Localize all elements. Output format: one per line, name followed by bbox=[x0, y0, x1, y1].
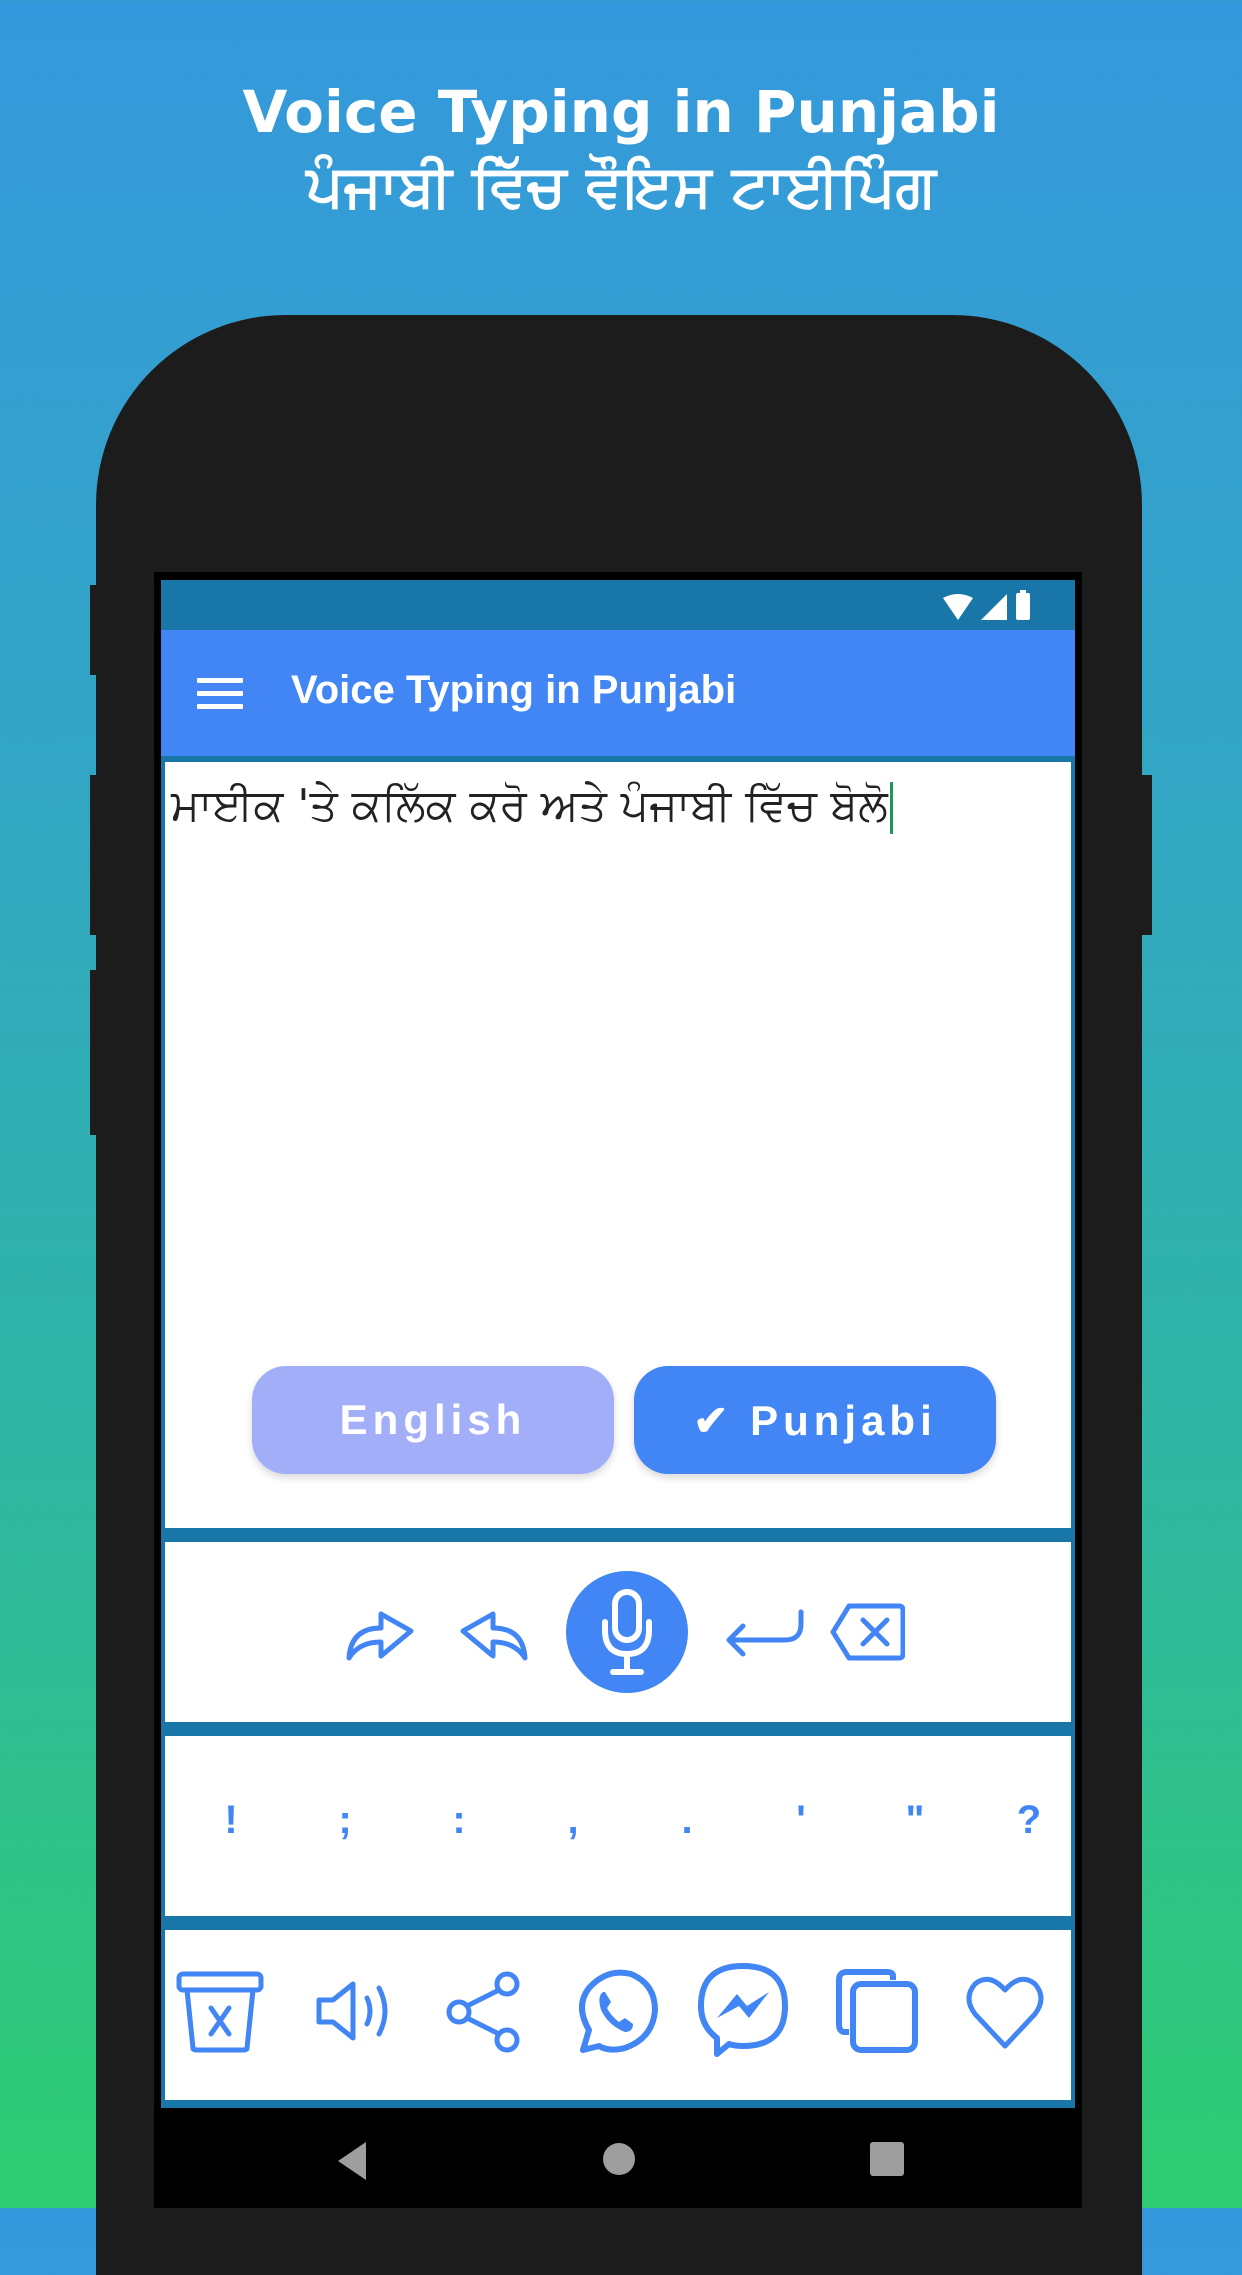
text-caret bbox=[889, 782, 893, 834]
messenger-icon[interactable] bbox=[697, 1962, 791, 2058]
punctuation-key-comma[interactable]: , bbox=[543, 1798, 603, 1843]
text-content: ਮਾਈਕ 'ਤੇ ਕਲਿੱਕ ਕਰੋ ਅਤੇ ਪੰਜਾਬੀ ਵਿੱਚ ਬੋਲੋ bbox=[171, 780, 888, 831]
text-input-value: ਮਾਈਕ 'ਤੇ ਕਲਿੱਕ ਕਰੋ ਅਤੇ ਪੰਜਾਬੀ ਵਿੱਚ ਬੋਲੋ bbox=[171, 780, 893, 834]
punctuation-bar: ! ; : , . ' " ? bbox=[165, 1736, 1071, 1916]
redo-icon[interactable] bbox=[345, 1598, 417, 1662]
system-nav-bar bbox=[154, 2108, 1082, 2208]
signal-icon bbox=[981, 594, 1007, 620]
promo-title-punjabi: ਪੰਜਾਬੀ ਵਿੱਚ ਵੌਇਸ ਟਾਈਪਿੰਗ bbox=[306, 152, 936, 220]
editing-toolbar bbox=[165, 1542, 1071, 1722]
promo-title-english: Voice Typing in Punjabi bbox=[242, 78, 1000, 146]
punctuation-key-colon[interactable]: : bbox=[429, 1798, 489, 1843]
punctuation-key-period[interactable]: . bbox=[657, 1798, 717, 1843]
punctuation-key-apostrophe[interactable]: ' bbox=[771, 1798, 831, 1843]
punjabi-language-button[interactable]: ✔ Punjabi bbox=[634, 1366, 996, 1474]
recents-icon[interactable] bbox=[870, 2142, 904, 2176]
punctuation-key-semicolon[interactable]: ; bbox=[315, 1798, 375, 1843]
hamburger-menu-icon[interactable] bbox=[197, 678, 243, 710]
share-icon[interactable] bbox=[445, 1970, 525, 2054]
enter-icon[interactable] bbox=[723, 1608, 807, 1658]
speaker-icon[interactable] bbox=[315, 1980, 395, 2042]
copy-icon[interactable] bbox=[835, 1968, 921, 2056]
main-content: ਮਾਈਕ 'ਤੇ ਕਲਿੱਕ ਕਰੋ ਅਤੇ ਪੰਜਾਬੀ ਵਿੱਚ ਬੋਲੋ … bbox=[161, 756, 1075, 2108]
punctuation-key-question[interactable]: ? bbox=[999, 1798, 1059, 1843]
battery-icon bbox=[1016, 590, 1030, 620]
punctuation-key-exclamation[interactable]: ! bbox=[201, 1798, 261, 1843]
app-bar: Voice Typing in Punjabi bbox=[161, 630, 1075, 756]
favorite-icon[interactable] bbox=[965, 1974, 1045, 2050]
english-language-button[interactable]: English bbox=[252, 1366, 614, 1474]
microphone-button[interactable] bbox=[565, 1570, 689, 1694]
backspace-icon[interactable] bbox=[829, 1602, 905, 1662]
speech-text-area[interactable]: ਮਾਈਕ 'ਤੇ ਕਲਿੱਕ ਕਰੋ ਅਤੇ ਪੰਜਾਬੀ ਵਿੱਚ ਬੋਲੋ … bbox=[165, 762, 1071, 1528]
punctuation-key-quote[interactable]: " bbox=[885, 1798, 945, 1843]
app-title: Voice Typing in Punjabi bbox=[291, 668, 737, 712]
home-icon[interactable] bbox=[602, 2142, 636, 2176]
undo-icon[interactable] bbox=[457, 1598, 529, 1662]
back-icon[interactable] bbox=[336, 2142, 368, 2180]
status-bar bbox=[161, 580, 1075, 630]
clear-icon[interactable] bbox=[175, 1970, 265, 2054]
wifi-icon bbox=[943, 594, 973, 620]
whatsapp-icon[interactable] bbox=[569, 1966, 661, 2058]
phone-screen: Voice Typing in Punjabi ਮਾਈਕ 'ਤੇ ਕਲਿੱਕ ਕ… bbox=[154, 572, 1082, 2208]
actions-bar bbox=[165, 1930, 1071, 2100]
